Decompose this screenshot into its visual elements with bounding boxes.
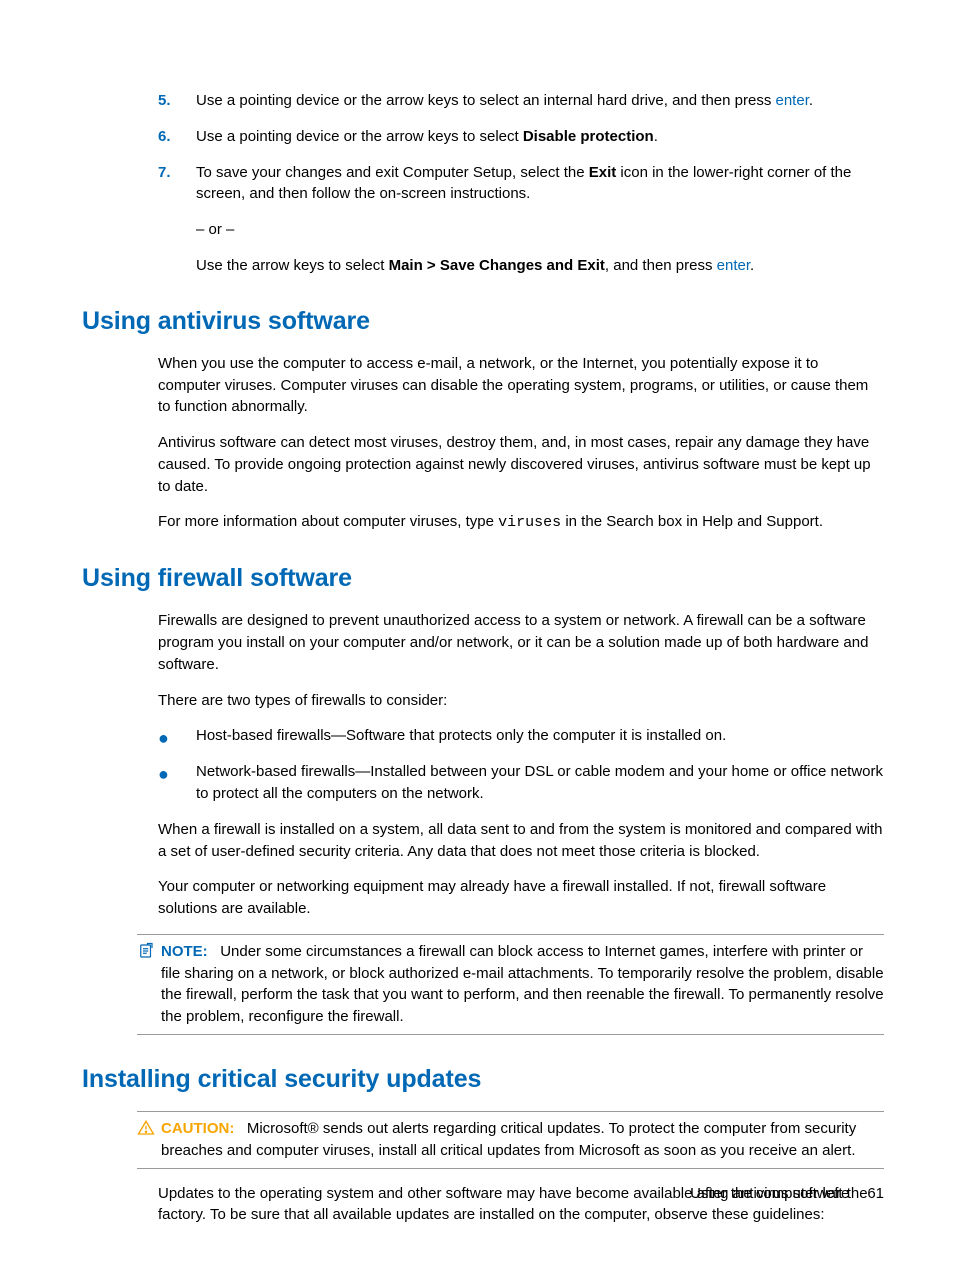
step-text: Use a pointing device or the arrow keys … — [196, 90, 884, 112]
step-7: 7. To save your changes and exit Compute… — [158, 162, 884, 277]
inline-code: viruses — [498, 514, 561, 531]
list-item: ● Host-based firewalls—Software that pro… — [158, 725, 884, 747]
or-separator: – or – — [196, 219, 884, 241]
note-label: NOTE: — [161, 943, 208, 960]
caution-text: Microsoft® sends out alerts regarding cr… — [161, 1120, 856, 1159]
paragraph: Your computer or networking equipment ma… — [158, 876, 884, 920]
bullet-text: Host-based firewalls—Software that prote… — [196, 725, 884, 747]
step-number: 6. — [158, 126, 196, 148]
caution-label: CAUTION: — [161, 1120, 234, 1137]
paragraph: When you use the computer to access e-ma… — [158, 353, 884, 418]
step-body: Use a pointing device or the arrow keys … — [196, 126, 884, 148]
step-text: Use a pointing device or the arrow keys … — [196, 126, 884, 148]
heading-firewall: Using firewall software — [82, 560, 884, 596]
step-text: Use the arrow keys to select Main > Save… — [196, 255, 884, 277]
paragraph: Antivirus software can detect most virus… — [158, 432, 884, 497]
ordered-steps: 5. Use a pointing device or the arrow ke… — [158, 90, 884, 277]
heading-antivirus: Using antivirus software — [82, 303, 884, 339]
step-text: To save your changes and exit Computer S… — [196, 162, 884, 206]
paragraph: When a firewall is installed on a system… — [158, 819, 884, 863]
step-number: 5. — [158, 90, 196, 112]
paragraph: Firewalls are designed to prevent unauth… — [158, 610, 884, 675]
section-antivirus: When you use the computer to access e-ma… — [158, 353, 884, 534]
section-firewall: Firewalls are designed to prevent unauth… — [158, 610, 884, 920]
step-5: 5. Use a pointing device or the arrow ke… — [158, 90, 884, 112]
page-number: 61 — [867, 1185, 884, 1202]
list-item: ● Network-based firewalls—Installed betw… — [158, 761, 884, 805]
page-footer: Using antivirus software 61 — [690, 1183, 884, 1205]
bold-text: Exit — [589, 164, 617, 181]
bold-text: Main > Save Changes and Exit — [389, 257, 605, 274]
step-body: To save your changes and exit Computer S… — [196, 162, 884, 277]
page: 5. Use a pointing device or the arrow ke… — [0, 0, 954, 1271]
paragraph: There are two types of firewalls to cons… — [158, 690, 884, 712]
heading-updates: Installing critical security updates — [82, 1061, 884, 1097]
step-body: Use a pointing device or the arrow keys … — [196, 90, 884, 112]
enter-link[interactable]: enter — [717, 257, 750, 274]
caution-icon — [137, 1118, 159, 1162]
bullet-text: Network-based firewalls—Installed betwee… — [196, 761, 884, 805]
caution-body: CAUTION: Microsoft® sends out alerts reg… — [159, 1118, 884, 1162]
footer-section-title: Using antivirus software — [690, 1185, 849, 1202]
paragraph: For more information about computer viru… — [158, 511, 884, 534]
bold-text: Disable protection — [523, 128, 654, 145]
note-callout: NOTE: Under some circumstances a firewal… — [137, 934, 884, 1035]
note-text: Under some circumstances a firewall can … — [161, 943, 884, 1025]
bullet-list: ● Host-based firewalls—Software that pro… — [158, 725, 884, 805]
note-icon — [137, 941, 159, 1028]
step-number: 7. — [158, 162, 196, 277]
step-6: 6. Use a pointing device or the arrow ke… — [158, 126, 884, 148]
bullet-icon: ● — [158, 725, 196, 747]
note-body: NOTE: Under some circumstances a firewal… — [159, 941, 884, 1028]
caution-callout: CAUTION: Microsoft® sends out alerts reg… — [137, 1111, 884, 1169]
bullet-icon: ● — [158, 761, 196, 805]
enter-link[interactable]: enter — [776, 92, 809, 109]
